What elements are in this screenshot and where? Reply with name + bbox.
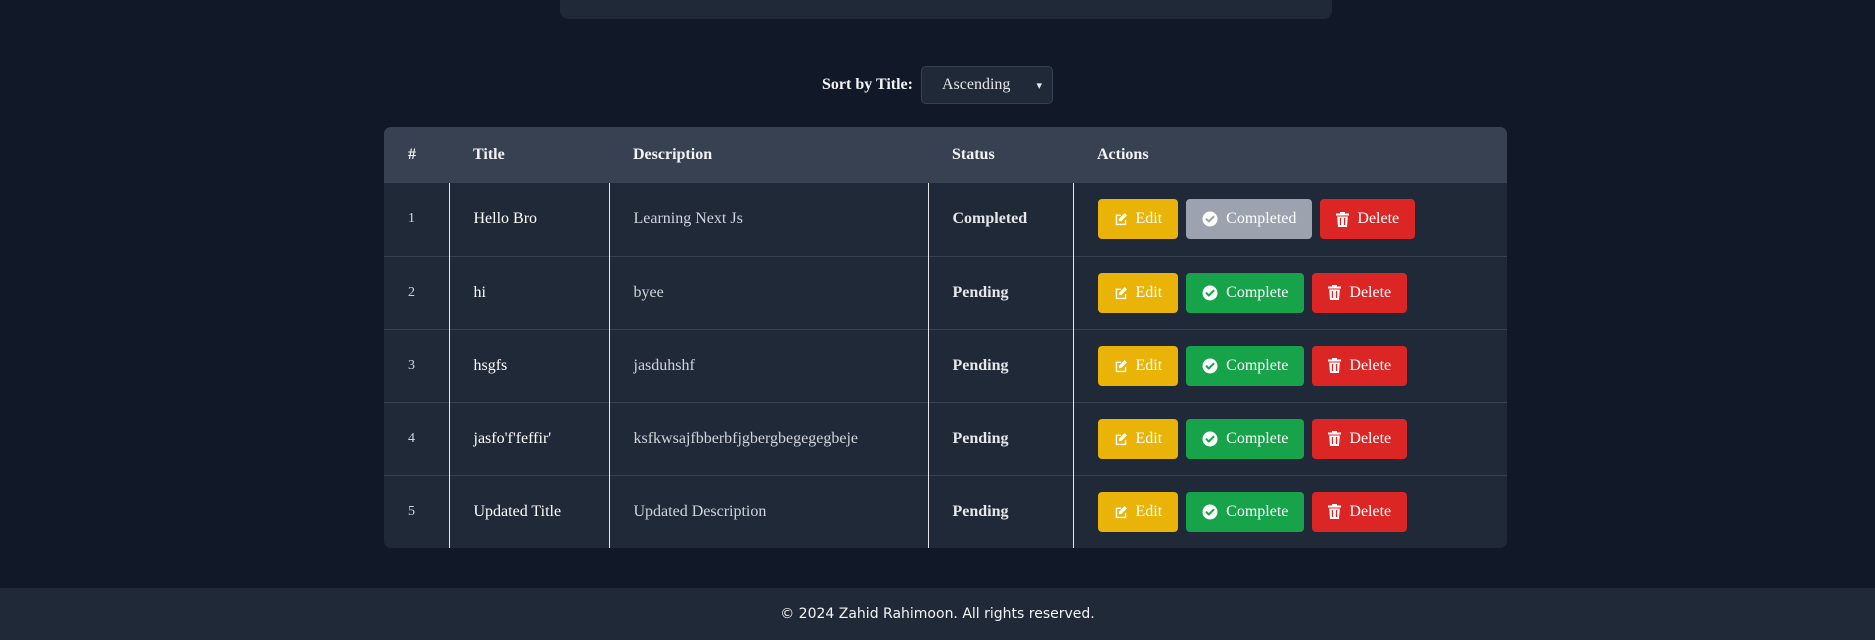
complete-button[interactable]: Complete	[1186, 418, 1305, 459]
edit-label: Edit	[1135, 356, 1163, 374]
trash-icon	[1328, 431, 1342, 446]
table-header-row: # Title Description Status Actions	[384, 127, 1507, 183]
sort-label: Sort by Title:	[822, 76, 913, 93]
delete-label: Delete	[1349, 283, 1392, 301]
complete-label: Complete	[1226, 502, 1289, 520]
edit-icon	[1114, 505, 1128, 519]
action-buttons: Edit Complete Delete	[1097, 272, 1508, 313]
sort-select[interactable]: Ascending ▾	[920, 66, 1053, 104]
complete-button[interactable]: Completed	[1186, 199, 1313, 240]
edit-button[interactable]: Edit	[1097, 491, 1179, 532]
edit-label: Edit	[1135, 283, 1163, 301]
row-title: Hello Bro	[448, 183, 609, 256]
row-number: 5	[408, 503, 415, 519]
status-badge: Pending	[927, 256, 1073, 329]
status-badge: Pending	[927, 329, 1073, 402]
row-title: hsgfs	[448, 329, 609, 402]
header-title: Title	[473, 146, 505, 163]
sort-select-value: Ascending	[941, 76, 1011, 93]
edit-label: Edit	[1135, 210, 1163, 228]
delete-button[interactable]: Delete	[1312, 418, 1408, 459]
table-row: 3 hsgfs jasduhshf Pending Edit Complete Delete	[384, 329, 1507, 402]
action-buttons: Edit Complete Delete	[1097, 345, 1508, 386]
row-description: Updated Description	[608, 475, 928, 548]
header-actions: Actions	[1097, 146, 1149, 163]
table-row: 5 Updated Title Updated Description Pending…	[384, 475, 1507, 548]
check-circle-icon	[1202, 211, 1218, 227]
chevron-down-icon: ▾	[1036, 79, 1042, 92]
todo-table: # Title Description Status Actions 1 Hell…	[384, 127, 1507, 548]
top-card	[560, 0, 1332, 19]
check-circle-icon	[1202, 504, 1218, 520]
header-number: #	[408, 146, 416, 163]
edit-icon	[1114, 286, 1128, 300]
delete-button[interactable]: Delete	[1320, 199, 1416, 240]
delete-label: Delete	[1349, 429, 1392, 447]
row-description: byee	[608, 256, 928, 329]
edit-icon	[1114, 359, 1128, 373]
header-status: Status	[952, 146, 995, 163]
todo-table-container: # Title Description Status Actions 1 Hell…	[384, 127, 1507, 548]
check-circle-icon	[1202, 285, 1218, 301]
check-circle-icon	[1202, 358, 1218, 374]
edit-button[interactable]: Edit	[1097, 272, 1179, 313]
complete-button[interactable]: Complete	[1186, 491, 1305, 532]
status-badge: Pending	[927, 402, 1073, 475]
sort-row: Sort by Title: Ascending ▾	[0, 66, 1875, 104]
delete-label: Delete	[1357, 210, 1400, 228]
footer-text: © 2024 Zahid Rahimoon. All rights reserv…	[780, 606, 1095, 622]
complete-button[interactable]: Complete	[1186, 345, 1305, 386]
row-actions: Edit Complete Delete	[1072, 475, 1508, 548]
edit-icon	[1114, 212, 1128, 226]
trash-icon	[1328, 504, 1342, 520]
footer: © 2024 Zahid Rahimoon. All rights reserv…	[0, 588, 1875, 640]
table-row: 1 Hello Bro Learning Next Js Completed Edit C…	[384, 183, 1507, 256]
complete-label: Complete	[1226, 429, 1289, 447]
row-title: Updated Title	[448, 475, 609, 548]
header-description: Description	[633, 146, 713, 163]
row-actions: Edit Completed Delete	[1072, 183, 1508, 256]
delete-label: Delete	[1349, 502, 1392, 520]
row-actions: Edit Complete Delete	[1072, 256, 1508, 329]
row-description: ksfkwsajfbberbfjgbergbegegegbeje	[608, 402, 928, 475]
action-buttons: Edit Completed Delete	[1097, 199, 1508, 240]
delete-label: Delete	[1349, 356, 1392, 374]
edit-button[interactable]: Edit	[1097, 418, 1179, 459]
row-actions: Edit Complete Delete	[1072, 329, 1508, 402]
delete-button[interactable]: Delete	[1312, 345, 1408, 386]
complete-label: Complete	[1226, 356, 1289, 374]
row-number: 1	[408, 211, 415, 227]
delete-button[interactable]: Delete	[1312, 272, 1408, 313]
edit-label: Edit	[1135, 502, 1163, 520]
row-number: 4	[408, 430, 415, 446]
trash-icon	[1328, 358, 1342, 373]
delete-button[interactable]: Delete	[1312, 491, 1408, 532]
row-number: 3	[408, 357, 415, 373]
row-actions: Edit Complete Delete	[1072, 402, 1508, 475]
row-description: jasduhshf	[608, 329, 928, 402]
table-row: 2 hi byee Pending Edit Complete Delete	[384, 256, 1507, 329]
row-number: 2	[408, 284, 415, 300]
row-title: jasfo'f'feffir'	[448, 402, 609, 475]
complete-button[interactable]: Complete	[1186, 272, 1305, 313]
check-circle-icon	[1202, 431, 1218, 447]
action-buttons: Edit Complete Delete	[1097, 491, 1508, 532]
trash-icon	[1336, 211, 1350, 227]
status-badge: Pending	[927, 475, 1073, 548]
edit-button[interactable]: Edit	[1097, 345, 1179, 386]
edit-button[interactable]: Edit	[1097, 199, 1179, 240]
edit-label: Edit	[1135, 429, 1163, 447]
edit-icon	[1114, 432, 1128, 446]
table-row: 4 jasfo'f'feffir' ksfkwsajfbberbfjgbergbeg…	[384, 402, 1507, 475]
trash-icon	[1328, 285, 1342, 300]
complete-label: Completed	[1226, 210, 1297, 228]
row-title: hi	[448, 256, 609, 329]
row-description: Learning Next Js	[608, 183, 928, 256]
complete-label: Complete	[1226, 283, 1289, 301]
status-badge: Completed	[927, 183, 1073, 256]
action-buttons: Edit Complete Delete	[1097, 418, 1508, 459]
